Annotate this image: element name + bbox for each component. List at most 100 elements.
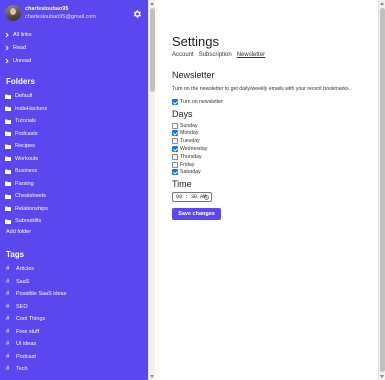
tag-label: UI ideas — [16, 341, 37, 347]
section-heading: Newsletter — [172, 70, 215, 80]
tag-item[interactable]: # Tech — [6, 364, 28, 374]
tag-label: Tech — [16, 366, 28, 372]
day-checkbox[interactable] — [172, 161, 178, 168]
page-title: Settings — [172, 34, 219, 49]
time-minute[interactable]: 30 — [191, 194, 197, 200]
day-option[interactable]: Monday — [172, 130, 198, 137]
hash-icon: # — [6, 341, 10, 347]
folder-label: Workouts — [15, 155, 39, 162]
folder-item[interactable]: Tutorials — [5, 116, 36, 126]
tag-label: Articles — [16, 266, 35, 272]
avatar[interactable] — [5, 5, 21, 21]
folder-icon — [5, 181, 11, 186]
tag-item[interactable]: # Podcast — [6, 352, 36, 362]
folder-label: Business — [15, 168, 38, 174]
time-heading: Time — [172, 179, 192, 189]
folder-item[interactable]: Business — [5, 166, 37, 176]
nav-read[interactable]: Read — [5, 43, 26, 53]
day-option[interactable]: Tuesday — [172, 138, 200, 145]
day-option[interactable]: Saturday — [172, 169, 201, 176]
folder-icon — [5, 206, 11, 211]
tag-item[interactable]: # Articles — [6, 264, 34, 274]
tags-heading: Tags — [6, 250, 25, 259]
day-checkbox[interactable] — [172, 138, 178, 145]
folder-icon — [5, 194, 11, 199]
folder-label: Podcasts — [15, 130, 38, 137]
folder-item[interactable]: Podcasts — [5, 129, 38, 139]
folder-label: Default — [15, 93, 33, 99]
day-option[interactable]: Sunday — [172, 122, 198, 129]
hash-icon: # — [6, 366, 10, 372]
folder-label: Recipes — [15, 143, 35, 149]
window-scrollbar[interactable] — [378, 0, 385, 380]
settings-panel: Settings Account Subscription Newsletter… — [155, 0, 385, 380]
folder-icon — [5, 119, 11, 124]
day-option[interactable]: Wednesday — [172, 145, 207, 152]
folder-item[interactable]: Workouts — [5, 154, 38, 164]
folder-label: Cheatsheets — [15, 193, 46, 199]
hash-icon: # — [6, 291, 10, 297]
scroll-down-arrow[interactable] — [380, 375, 384, 378]
sidebar-scrollbar[interactable] — [148, 0, 155, 380]
tag-item[interactable]: # Cool Things — [6, 314, 45, 324]
tab-subscription[interactable]: Subscription — [199, 52, 232, 58]
folder-item[interactable]: Cheatsheets — [5, 191, 46, 201]
folder-icon — [5, 131, 11, 136]
folder-icon — [5, 219, 11, 224]
folder-item[interactable]: Relationships — [5, 204, 48, 214]
folder-icon — [5, 106, 11, 111]
newsletter-toggle[interactable]: Turn on newsletter — [172, 98, 223, 105]
time-separator: : — [185, 194, 189, 200]
day-checkbox[interactable] — [172, 145, 178, 152]
day-label: Monday — [180, 130, 199, 137]
tag-item[interactable]: # UI ideas — [6, 339, 36, 349]
tag-item[interactable]: # SEO — [6, 302, 28, 312]
clock-icon[interactable] — [204, 195, 209, 200]
folder-item[interactable]: Subreddits — [5, 216, 41, 226]
tag-item[interactable]: # SaaS — [6, 277, 29, 287]
tag-label: Podcast — [16, 353, 36, 360]
folders-heading: Folders — [6, 77, 35, 86]
tag-item[interactable]: # Free stuff — [6, 327, 39, 337]
tab-account[interactable]: Account — [172, 52, 194, 58]
tab-newsletter[interactable]: Newsletter — [237, 52, 265, 58]
hash-icon: # — [6, 303, 10, 310]
day-option[interactable]: Thursday — [172, 153, 202, 160]
tag-label: Possible SaaS ideas — [16, 291, 67, 297]
day-checkbox[interactable] — [172, 122, 178, 129]
day-checkbox[interactable] — [172, 130, 178, 137]
nav-label: Read — [13, 45, 27, 51]
day-label: Friday — [180, 161, 195, 168]
day-checkbox[interactable] — [172, 153, 178, 160]
newsletter-description: Turn on the newsletter to get daily/week… — [172, 86, 350, 92]
window-scrollbar-thumb[interactable] — [380, 8, 385, 372]
scroll-up-arrow[interactable] — [150, 2, 154, 5]
add-folder-button[interactable]: Add folder — [6, 229, 31, 235]
folder-item[interactable]: Parsing — [5, 179, 34, 189]
chevron-right-icon — [5, 32, 9, 38]
newsletter-checkbox[interactable] — [172, 98, 178, 105]
folder-item[interactable]: Default — [5, 91, 32, 101]
folder-item[interactable]: IndieHackers — [5, 104, 47, 114]
chevron-right-icon — [5, 58, 9, 64]
time-hour[interactable]: 09 — [176, 194, 182, 200]
settings-tabs: Account Subscription Newsletter — [172, 52, 265, 58]
day-option[interactable]: Friday — [172, 161, 194, 168]
nav-all-links[interactable]: All links — [5, 30, 32, 40]
scroll-down-arrow[interactable] — [150, 375, 154, 378]
day-label: Tuesday — [180, 138, 200, 145]
folder-item[interactable]: Recipes — [5, 141, 35, 151]
gear-icon[interactable] — [132, 9, 142, 19]
tag-item[interactable]: # Possible SaaS ideas — [6, 289, 66, 299]
day-label: Wednesday — [180, 145, 208, 152]
folder-icon — [5, 169, 11, 174]
folder-icon — [5, 144, 11, 149]
chevron-right-icon — [5, 45, 9, 51]
day-checkbox[interactable] — [172, 169, 178, 176]
user-email: charlesloubao95@gmail.com — [25, 14, 97, 20]
scroll-up-arrow[interactable] — [380, 2, 384, 5]
hash-icon: # — [6, 278, 10, 285]
save-changes-button[interactable]: Save changes — [172, 208, 221, 220]
nav-unread[interactable]: Unread — [5, 56, 31, 66]
time-input[interactable]: 09 : 30 AM — [172, 192, 212, 202]
